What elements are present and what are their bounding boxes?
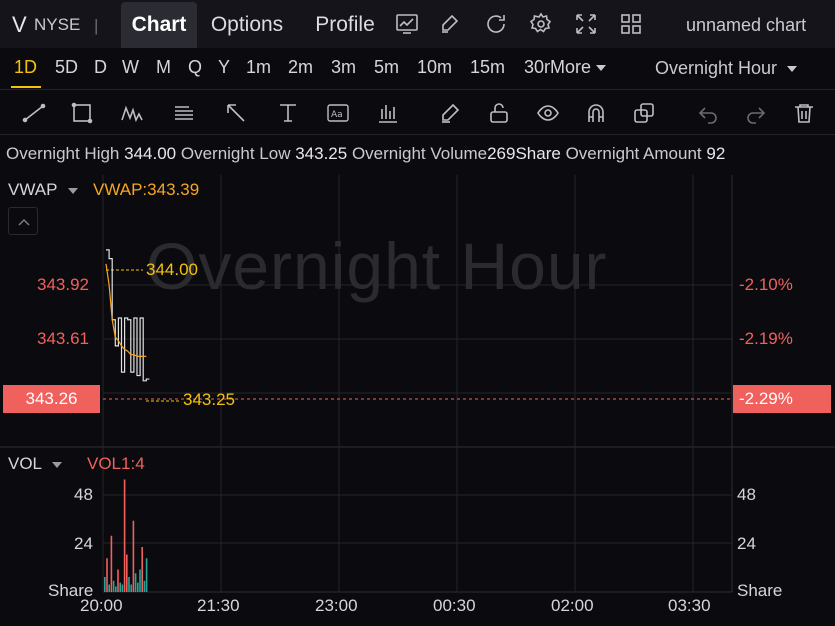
vwap-value: VWAP:343.39 (93, 180, 200, 199)
volume-bar (123, 479, 126, 592)
x-tick: 20:00 (80, 596, 123, 615)
chart-canvas[interactable] (0, 0, 835, 626)
volume-bar (132, 520, 135, 592)
y-tick-right: -2.19% (739, 329, 793, 348)
volume-bar (143, 580, 146, 592)
volume-bar (137, 582, 139, 592)
volume-bar (117, 569, 119, 592)
chevron-down-icon (67, 187, 78, 194)
vwap-name: VWAP (8, 180, 58, 199)
collapse-button[interactable] (8, 207, 38, 235)
volume-bar (128, 577, 130, 592)
x-tick: 21:30 (197, 596, 240, 615)
vol-unit-right: Share (737, 581, 783, 600)
x-tick: 02:00 (551, 596, 594, 615)
volume-bar (126, 554, 128, 592)
vol-indicator-name[interactable]: VOL (8, 454, 63, 474)
current-price-tag: 343.26 (3, 385, 100, 413)
vwap-indicator-name[interactable]: VWAP (8, 180, 78, 200)
vol-name: VOL (8, 454, 42, 473)
x-tick: 00:30 (433, 596, 476, 615)
chevron-up-icon (18, 218, 30, 226)
volume-bar (115, 586, 117, 592)
x-tick: 03:30 (668, 596, 711, 615)
x-tick: 23:00 (315, 596, 358, 615)
vol-tick-right: 24 (737, 534, 756, 553)
volume-bar (139, 569, 141, 592)
session-watermark: Overnight Hour (146, 229, 608, 303)
high-marker-label: 344.00 (146, 260, 198, 279)
volume-bar (134, 573, 137, 592)
volume-bar (141, 547, 143, 592)
y-tick-left: 343.61 (37, 329, 89, 348)
volume-bar (108, 584, 110, 592)
y-tick-right: -2.10% (739, 275, 793, 294)
vol-tick-left: 24 (74, 534, 93, 553)
vol-value: VOL1:4 (87, 454, 145, 473)
volume-bar (119, 582, 121, 592)
low-marker-label: 343.25 (183, 390, 235, 409)
chevron-down-icon (52, 461, 63, 468)
volume-bar (106, 558, 108, 592)
volume-bar (145, 558, 148, 592)
vol-tick-left: 48 (74, 485, 93, 504)
volume-bar (130, 584, 132, 592)
volume-bars (104, 479, 148, 592)
current-change-tag: -2.29% (733, 385, 831, 413)
volume-bar (104, 577, 106, 592)
y-tick-left: 343.92 (37, 275, 89, 294)
volume-bar (112, 580, 115, 592)
vol-tick-right: 48 (737, 485, 756, 504)
volume-bar (121, 584, 124, 592)
volume-bar (110, 535, 113, 592)
